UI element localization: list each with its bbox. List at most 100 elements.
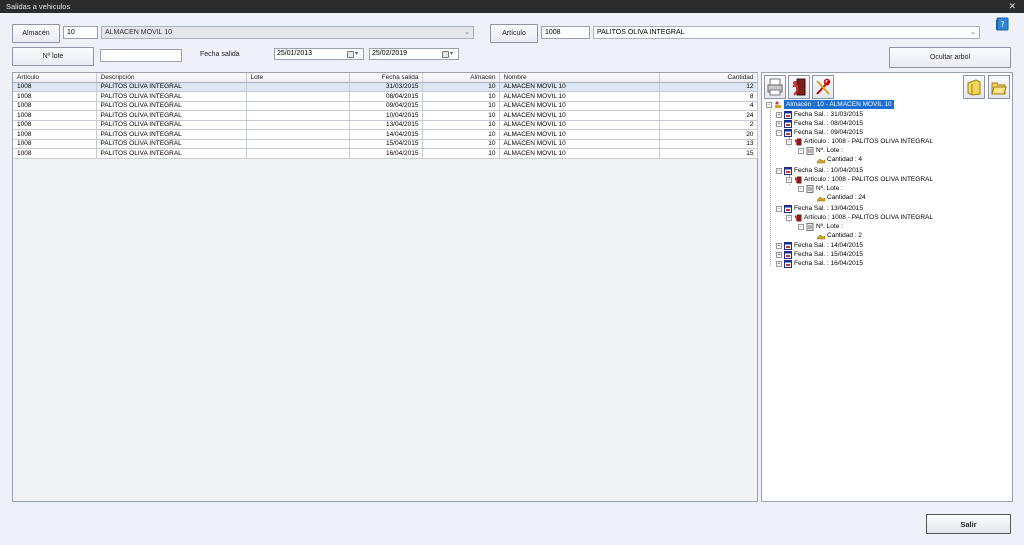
cell-cantidad[interactable]: 15 <box>659 148 758 159</box>
tree-node-almacen[interactable]: − Almacén : 10 - ALMACEN MOVIL 10 <box>766 100 894 109</box>
collapse-toggle[interactable]: − <box>786 176 792 183</box>
cell-fecha[interactable]: 09/04/2015 <box>349 101 423 111</box>
cell-articulo[interactable]: 1008 <box>13 82 97 92</box>
cell-almacen[interactable]: 10 <box>422 110 500 121</box>
almacen-name-combo[interactable]: ALMACEN MOVIL 10 ⌄ <box>101 26 474 39</box>
cell-fecha[interactable]: 31/03/2015 <box>349 82 423 92</box>
salir-button[interactable]: Salir <box>926 514 1011 534</box>
tree-node-fecha[interactable]: + Fecha Sal. : 31/03/2015 <box>776 110 863 119</box>
col-header-cantidad[interactable]: Cantidad <box>659 73 758 83</box>
cell-fecha[interactable]: 16/04/2015 <box>349 148 423 159</box>
lote-button[interactable]: Nº lote <box>12 47 94 66</box>
cell-articulo[interactable]: 1008 <box>13 91 97 102</box>
expand-toggle[interactable]: + <box>776 111 782 118</box>
cell-lote[interactable] <box>246 101 350 111</box>
cell-nombre[interactable]: ALMACEN MOVIL 10 <box>499 82 660 92</box>
cell-descripcion[interactable]: PALITOS OLIVA INTEGRAL <box>96 82 247 92</box>
cell-nombre[interactable]: ALMACEN MOVIL 10 <box>499 148 660 159</box>
tools-button[interactable] <box>812 75 834 99</box>
col-header-descripcion[interactable]: Descripción <box>96 73 247 83</box>
collapse-toggle[interactable]: − <box>776 205 782 212</box>
tree-node-fecha[interactable]: + Fecha Sal. : 08/04/2015 <box>776 119 863 128</box>
cell-fecha[interactable]: 14/04/2015 <box>349 129 423 140</box>
cell-descripcion[interactable]: PALITOS OLIVA INTEGRAL <box>96 129 247 140</box>
tree-node-fecha[interactable]: − Fecha Sal. : 09/04/2015 <box>776 128 863 137</box>
cell-cantidad[interactable]: 24 <box>659 110 758 121</box>
expand-toggle[interactable]: + <box>776 260 782 267</box>
tree-node-cantidad[interactable]: Cantidad : 2 <box>817 231 862 240</box>
cell-almacen[interactable]: 10 <box>422 101 500 111</box>
cell-descripcion[interactable]: PALITOS OLIVA INTEGRAL <box>96 148 247 159</box>
calendar-icon[interactable] <box>442 50 449 58</box>
tree-node-lote[interactable]: − Nº. Lote : <box>798 184 843 193</box>
table-row[interactable]: 1008 PALITOS OLIVA INTEGRAL 09/04/2015 1… <box>13 101 758 111</box>
expand-toggle[interactable]: + <box>776 251 782 258</box>
cell-nombre[interactable]: ALMACEN MOVIL 10 <box>499 101 660 111</box>
cell-descripcion[interactable]: PALITOS OLIVA INTEGRAL <box>96 91 247 102</box>
expand-toggle[interactable]: + <box>776 242 782 249</box>
collapse-toggle[interactable]: − <box>798 223 804 230</box>
chevron-down-icon[interactable]: ▾ <box>355 49 358 59</box>
cell-almacen[interactable]: 10 <box>422 120 500 130</box>
help-book-icon[interactable]: ? <box>993 16 1011 32</box>
tree-node-articulo[interactable]: − Artículo : 1008 - PALITOS OLIVA INTEGR… <box>786 175 933 184</box>
almacen-button[interactable]: Almacén <box>12 24 60 43</box>
cell-descripcion[interactable]: PALITOS OLIVA INTEGRAL <box>96 101 247 111</box>
collapse-toggle[interactable]: − <box>786 214 792 221</box>
cell-almacen[interactable]: 10 <box>422 91 500 102</box>
almacen-code-input[interactable]: 10 <box>63 26 98 39</box>
cell-cantidad[interactable]: 2 <box>659 120 758 130</box>
tree-node-cantidad[interactable]: Cantidad : 24 <box>817 193 866 202</box>
cell-descripcion[interactable]: PALITOS OLIVA INTEGRAL <box>96 139 247 149</box>
cell-cantidad[interactable]: 12 <box>659 82 758 92</box>
collapse-toggle[interactable]: − <box>786 138 792 145</box>
col-header-fecha-salida[interactable]: Fecha salida <box>349 73 423 83</box>
collapse-toggle[interactable]: − <box>766 101 772 108</box>
tree-node-fecha[interactable]: + Fecha Sal. : 14/04/2015 <box>776 241 863 250</box>
col-header-almacen[interactable]: Almacén <box>422 73 500 83</box>
tree-node-articulo[interactable]: − Artículo : 1008 - PALITOS OLIVA INTEGR… <box>786 213 933 222</box>
collapse-toggle[interactable]: − <box>798 147 804 154</box>
cell-lote[interactable] <box>246 120 350 130</box>
table-row[interactable]: 1008 PALITOS OLIVA INTEGRAL 15/04/2015 1… <box>13 139 758 149</box>
tree-node-fecha[interactable]: − Fecha Sal. : 10/04/2015 <box>776 166 863 175</box>
calendar-icon[interactable] <box>347 50 354 58</box>
table-row[interactable]: 1008 PALITOS OLIVA INTEGRAL 14/04/2015 1… <box>13 129 758 140</box>
cell-nombre[interactable]: ALMACEN MOVIL 10 <box>499 110 660 121</box>
cell-articulo[interactable]: 1008 <box>13 139 97 149</box>
cell-lote[interactable] <box>246 82 350 92</box>
articulo-code-input[interactable]: 1008 <box>541 26 590 39</box>
cell-nombre[interactable]: ALMACEN MOVIL 10 <box>499 139 660 149</box>
table-row[interactable]: 1008 PALITOS OLIVA INTEGRAL 16/04/2015 1… <box>13 148 758 159</box>
cell-articulo[interactable]: 1008 <box>13 148 97 159</box>
exit-button[interactable] <box>788 75 810 99</box>
col-header-articulo[interactable]: Artículo <box>13 73 97 83</box>
chevron-down-icon[interactable]: ⌄ <box>464 27 470 38</box>
table-row[interactable]: 1008 PALITOS OLIVA INTEGRAL 08/04/2015 1… <box>13 91 758 102</box>
collapse-all-button[interactable] <box>988 75 1010 99</box>
articulo-button[interactable]: Artículo <box>490 24 538 43</box>
cell-nombre[interactable]: ALMACEN MOVIL 10 <box>499 120 660 130</box>
cell-almacen[interactable]: 10 <box>422 139 500 149</box>
cell-almacen[interactable]: 10 <box>422 148 500 159</box>
col-header-lote[interactable]: Lote <box>246 73 350 83</box>
expand-toggle[interactable]: + <box>776 120 782 127</box>
fecha-desde-picker[interactable]: 25/01/2013 ▾ <box>274 48 364 60</box>
chevron-down-icon[interactable]: ⌄ <box>970 27 976 38</box>
cell-articulo[interactable]: 1008 <box>13 101 97 111</box>
table-row[interactable]: 1008 PALITOS OLIVA INTEGRAL 10/04/2015 1… <box>13 110 758 121</box>
cell-almacen[interactable]: 10 <box>422 82 500 92</box>
expand-all-button[interactable] <box>963 75 985 99</box>
tree-node-fecha[interactable]: + Fecha Sal. : 16/04/2015 <box>776 259 863 268</box>
lote-input[interactable] <box>100 49 182 62</box>
cell-descripcion[interactable]: PALITOS OLIVA INTEGRAL <box>96 110 247 121</box>
tree-node-lote[interactable]: − Nº. Lote : <box>798 146 843 155</box>
tree-node-cantidad[interactable]: Cantidad : 4 <box>817 155 862 164</box>
cell-cantidad[interactable]: 4 <box>659 101 758 111</box>
cell-lote[interactable] <box>246 139 350 149</box>
cell-lote[interactable] <box>246 110 350 121</box>
cell-articulo[interactable]: 1008 <box>13 129 97 140</box>
tree-panel[interactable]: − Almacén : 10 - ALMACEN MOVIL 10 + Fech… <box>761 72 1013 502</box>
fecha-hasta-picker[interactable]: 25/02/2019 ▾ <box>369 48 459 60</box>
cell-cantidad[interactable]: 20 <box>659 129 758 140</box>
